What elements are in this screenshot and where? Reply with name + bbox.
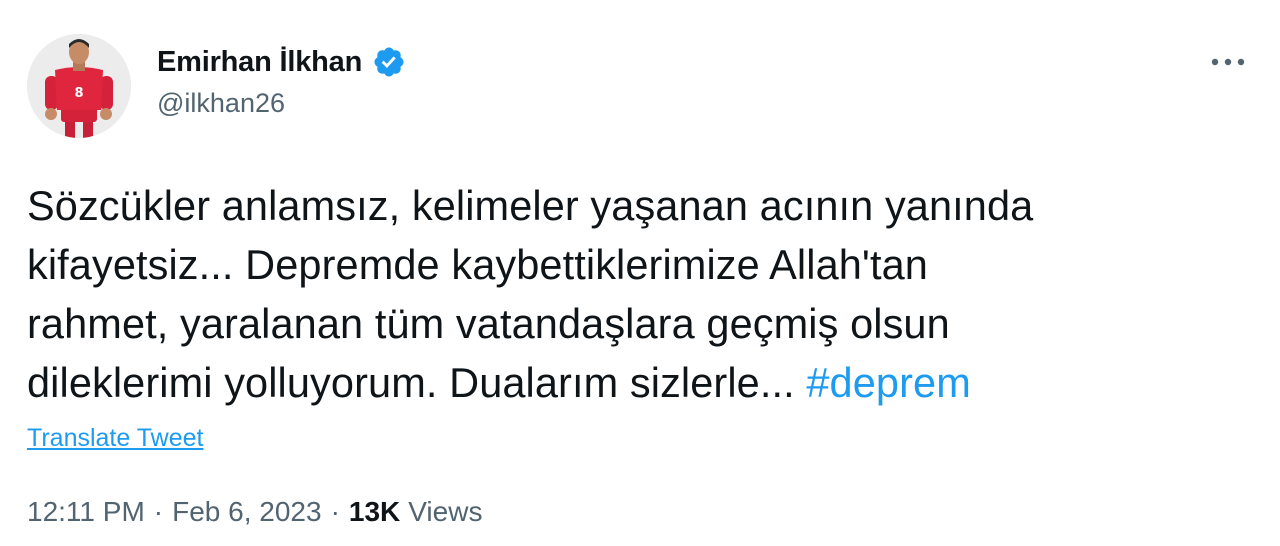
hashtag-link[interactable]: #deprem: [806, 359, 971, 406]
display-name[interactable]: Emirhan İlkhan: [157, 46, 362, 79]
tweet-meta: 12:11 PM · Feb 6, 2023 · 13K Views: [27, 496, 482, 528]
jersey-number: 8: [74, 86, 83, 101]
translate-tweet-link[interactable]: Translate Tweet: [27, 424, 203, 453]
tweet-text-line: dileklerimi yolluyorum. Dualarım sizlerl…: [27, 353, 1262, 412]
tweet-time[interactable]: 12:11 PM: [27, 496, 145, 528]
tweet-text-line: rahmet, yaralanan tüm vatandaşlara geçmi…: [27, 300, 950, 347]
meta-separator: ·: [330, 496, 340, 527]
author-name-row: Emirhan İlkhan: [157, 43, 406, 81]
tweet-card: 8 Emirhan İlkhan @ilkhan26 Sözcükler anl…: [0, 0, 1280, 546]
player-avatar-icon: 8: [27, 34, 131, 138]
tweet-text-line: Sözcükler anlamsız, kelimeler yaşanan ac…: [27, 182, 1034, 229]
tweet-text-fragment: dileklerimi yolluyorum. Dualarım sizlerl…: [27, 359, 807, 406]
author-handle[interactable]: @ilkhan26: [157, 88, 285, 119]
tweet-date[interactable]: Feb 6, 2023: [172, 496, 321, 528]
views-label: Views: [408, 496, 483, 527]
verified-badge-icon[interactable]: [372, 45, 406, 79]
tweet-text: Sözcükler anlamsız, kelimeler yaşanan ac…: [27, 176, 1262, 412]
tweet-text-line: kifayetsiz... Depremde kaybettiklerimize…: [27, 241, 928, 288]
views-count: 13K: [348, 496, 401, 527]
meta-separator: ·: [153, 496, 164, 527]
more-horizontal-icon[interactable]: [1206, 48, 1250, 76]
avatar[interactable]: 8: [27, 34, 131, 138]
